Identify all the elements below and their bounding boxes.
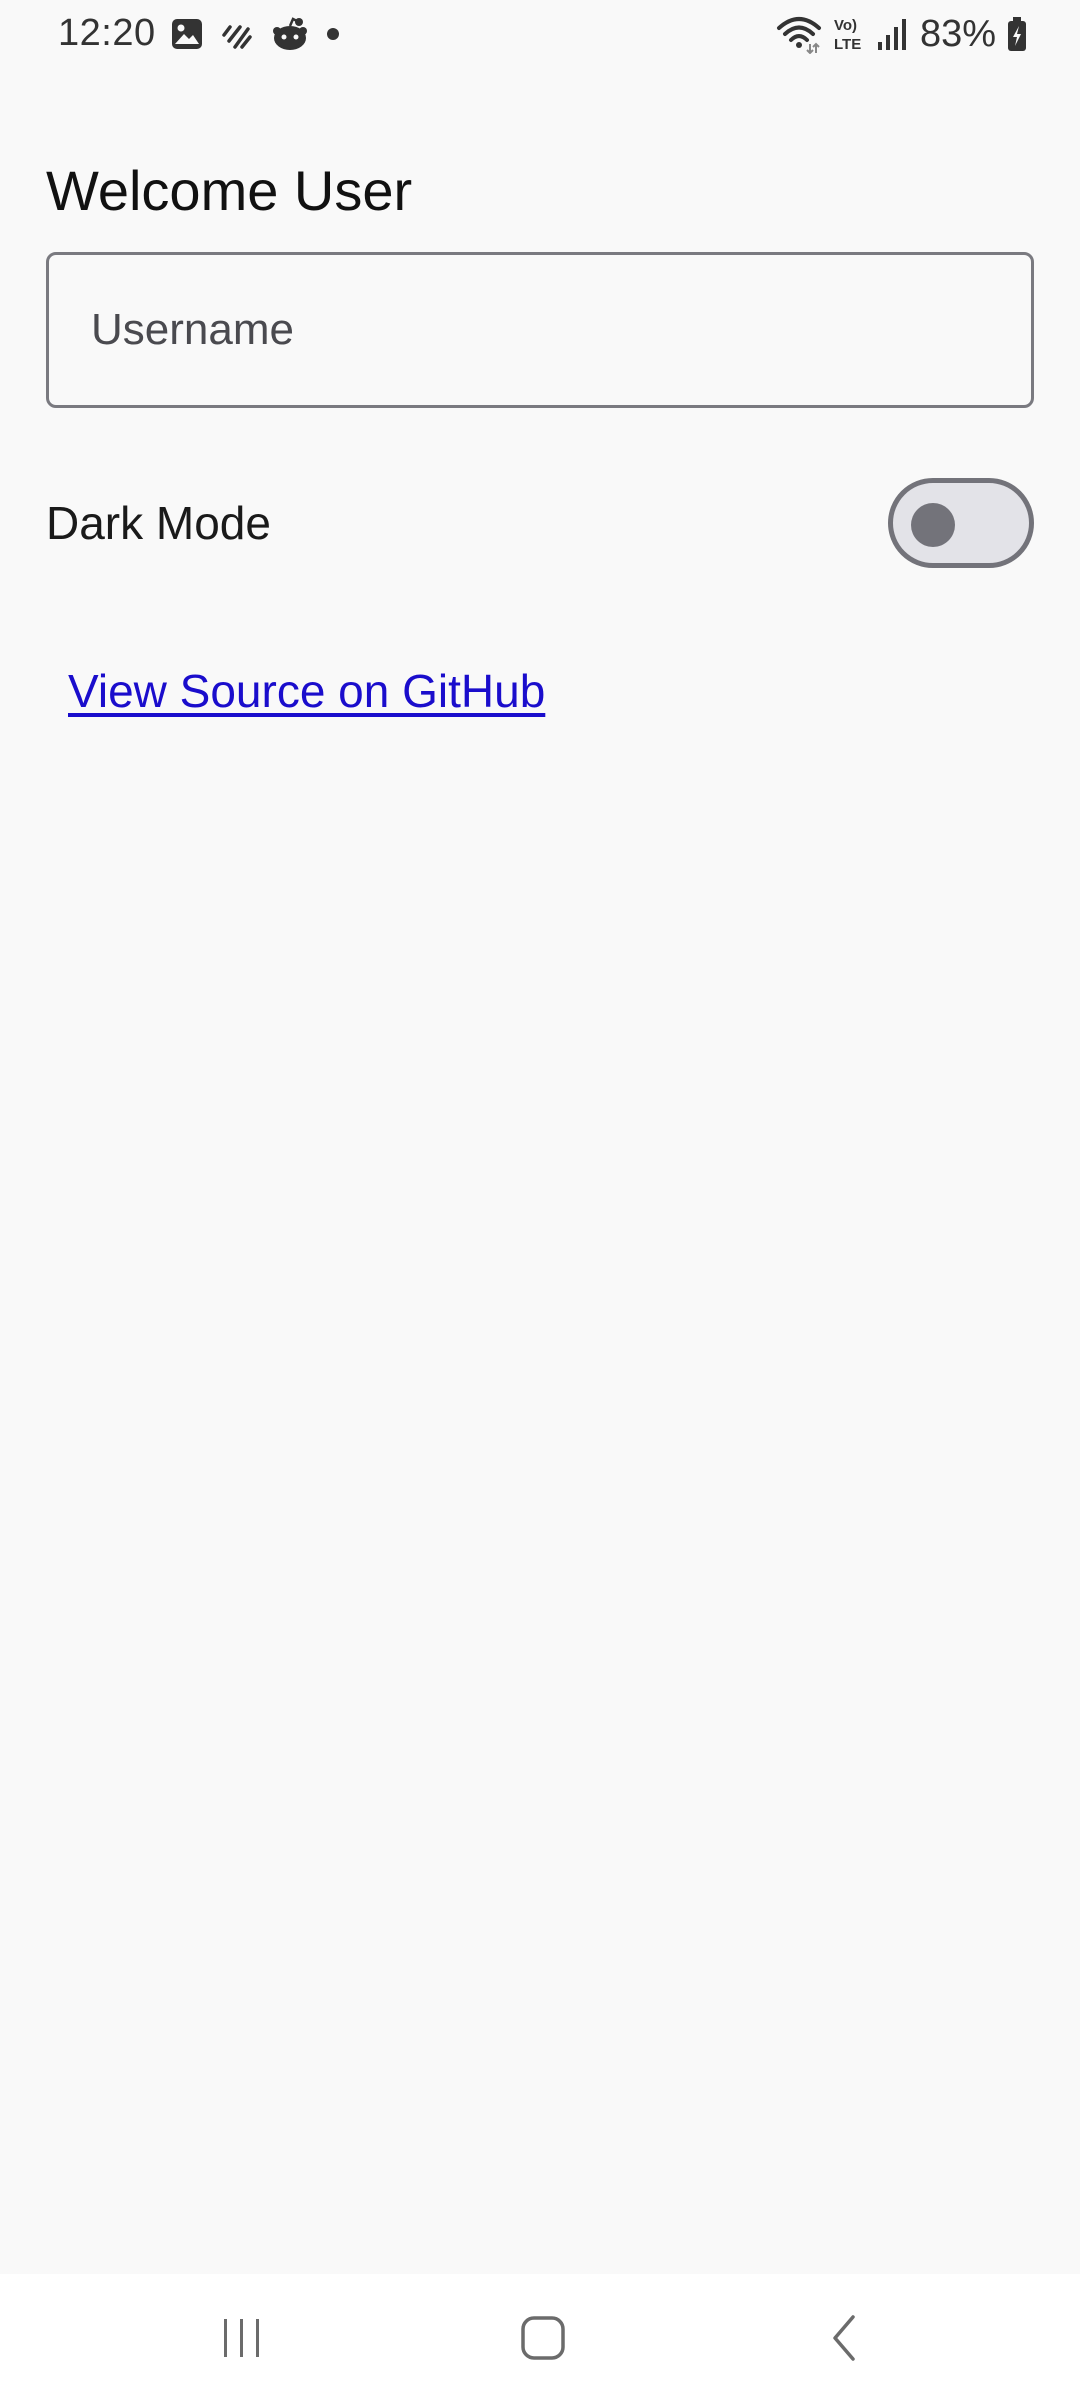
home-button[interactable]	[493, 2300, 593, 2380]
status-bar: 12:20 Vo) LTE 83%	[0, 0, 1080, 70]
svg-text:LTE: LTE	[834, 36, 861, 53]
svg-text:Vo): Vo)	[834, 17, 857, 34]
dark-mode-row: Dark Mode	[46, 474, 1034, 572]
status-left-icons	[170, 14, 340, 54]
status-time: 12:20	[58, 12, 156, 54]
recents-button[interactable]	[192, 2300, 292, 2380]
notification-dot-icon	[326, 27, 340, 41]
recents-icon	[217, 2315, 267, 2366]
github-link[interactable]: View Source on GitHub	[68, 664, 545, 718]
reddit-icon	[270, 16, 310, 52]
username-field[interactable]	[46, 252, 1034, 408]
back-icon	[825, 2313, 865, 2368]
page-title: Welcome User	[46, 159, 413, 222]
status-right-icons: Vo) LTE 83%	[776, 12, 1028, 56]
toggle-thumb	[911, 503, 955, 547]
cell-signal-icon	[876, 16, 908, 52]
volte-icon: Vo) LTE	[832, 14, 866, 54]
battery-percent: 83%	[919, 12, 996, 55]
navigation-bar	[0, 2274, 1080, 2408]
username-input[interactable]	[91, 255, 991, 405]
home-icon	[518, 2313, 568, 2368]
dark-mode-toggle[interactable]	[888, 478, 1034, 568]
dark-mode-label: Dark Mode	[46, 497, 271, 549]
gallery-icon	[170, 17, 204, 51]
battery-charging-icon	[1006, 16, 1028, 52]
signal-stripes-icon	[220, 17, 254, 51]
back-button[interactable]	[795, 2300, 895, 2380]
wifi-icon	[776, 14, 822, 54]
